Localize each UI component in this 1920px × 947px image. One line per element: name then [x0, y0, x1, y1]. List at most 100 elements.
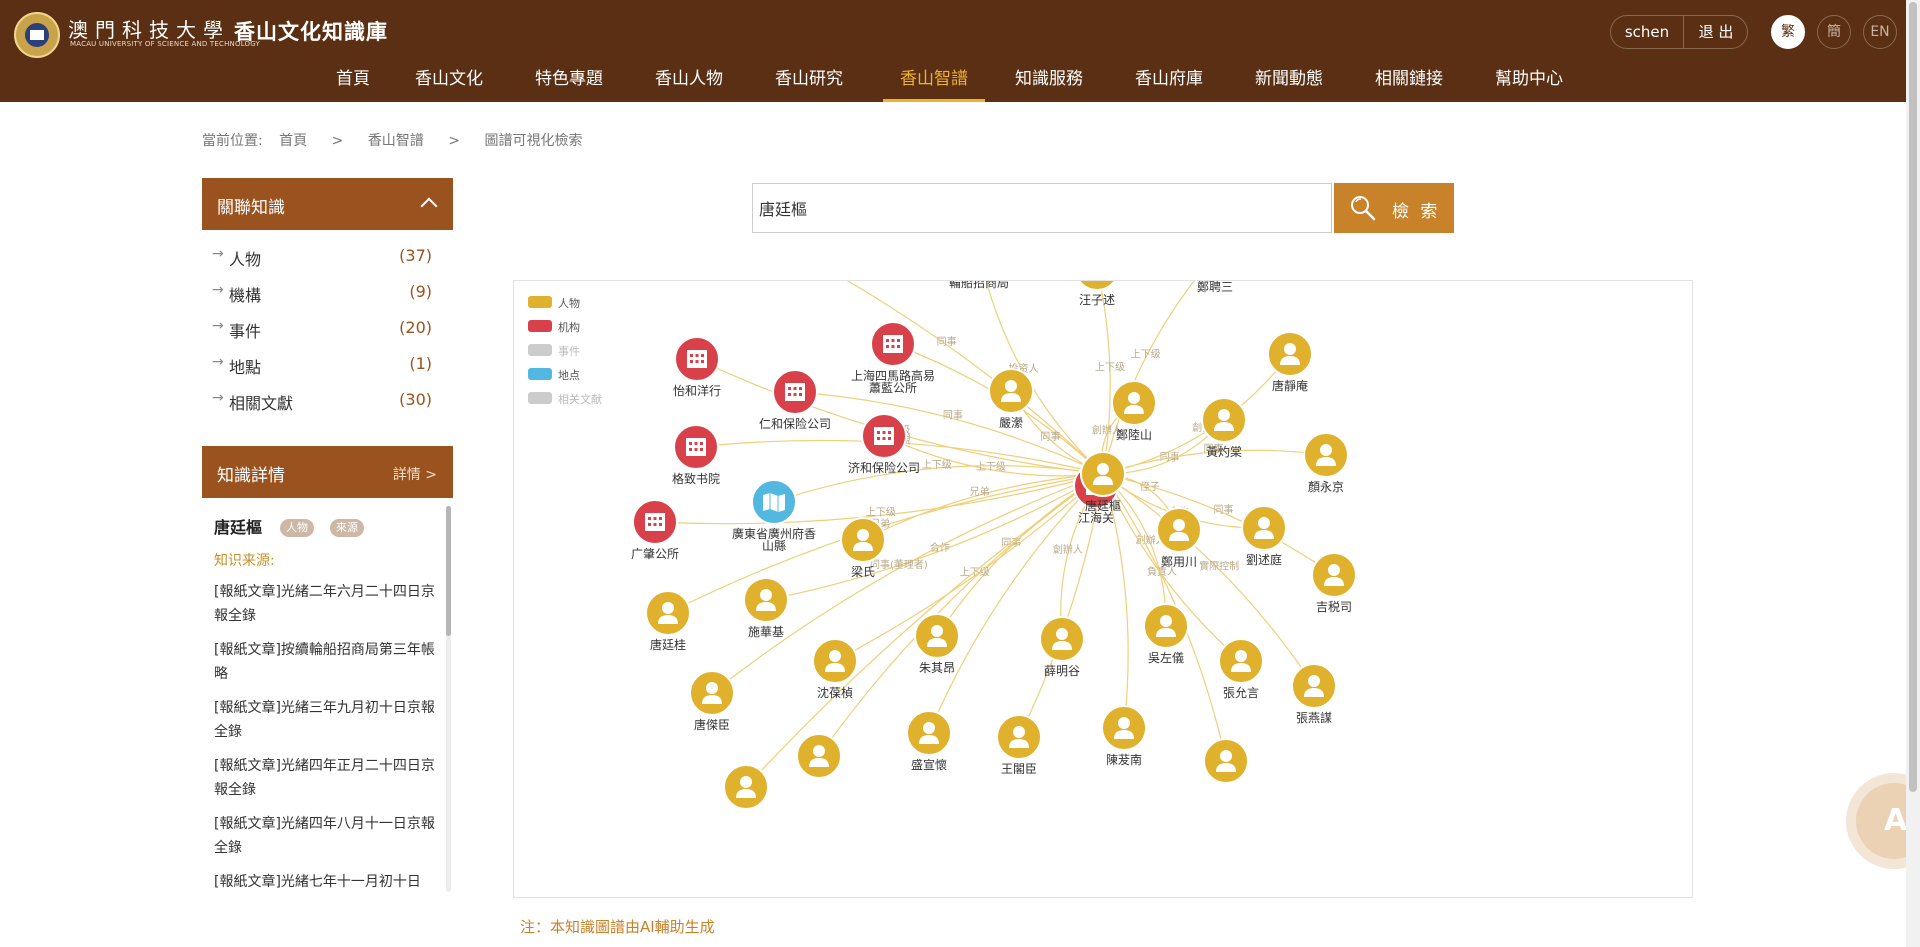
node-label: 吳左儀 [1148, 650, 1184, 665]
graph-node-person[interactable] [796, 733, 842, 779]
graph-node-place[interactable]: 廣東省廣州府香山縣 [732, 479, 816, 553]
search-button[interactable]: 檢 索 [1334, 183, 1454, 233]
related-item-person[interactable]: → 人物 (37) [212, 246, 432, 270]
graph-edge [1102, 281, 1195, 475]
university-logo-icon[interactable] [14, 12, 60, 58]
graph-node-person[interactable]: 薛明谷 [1039, 616, 1085, 678]
arrow-right-icon: → [212, 282, 224, 298]
site-title[interactable]: 香山文化知識庫 [234, 16, 388, 46]
page-scrollbar[interactable] [1906, 0, 1920, 947]
chevron-up-icon[interactable] [420, 197, 438, 215]
graph-node-person[interactable]: 王閣臣 [996, 714, 1042, 776]
lang-english-button[interactable]: EN [1863, 15, 1897, 49]
graph-node-person[interactable]: 鄭聘三 [1193, 281, 1237, 294]
graph-node-org[interactable]: 格致书院 [672, 424, 720, 486]
node-circle[interactable] [1075, 281, 1119, 291]
detail-scrollbar[interactable] [446, 506, 451, 892]
graph-node-org[interactable]: 怡和洋行 [673, 336, 721, 398]
related-item-literature[interactable]: → 相關文獻 (30) [212, 390, 432, 414]
related-item-place[interactable]: → 地點 (1) [212, 354, 432, 378]
detail-scroll-thumb[interactable] [446, 506, 451, 636]
graph-node-org[interactable]: 輪船招商局 [949, 281, 1009, 290]
nav-archive[interactable]: 香山府庫 [1135, 64, 1203, 102]
graph-node-person[interactable]: 劉述庭 [1241, 505, 1287, 567]
graph-node-person[interactable]: 鄭用川 [1156, 507, 1202, 569]
graph-node-person[interactable]: 汪子述 [1075, 281, 1119, 307]
nav-home[interactable]: 首頁 [336, 64, 370, 102]
graph-edge [1102, 473, 1315, 687]
graph-node-person[interactable]: 施華基 [743, 577, 789, 639]
related-item-label: 事件 [229, 322, 262, 341]
source-item[interactable]: [報紙文章]光緒二年六月二十四日京報全錄 [214, 580, 438, 628]
graph-node-person[interactable]: 黃灼棠 [1201, 397, 1247, 459]
graph-node-person[interactable]: 張燕謀 [1291, 663, 1337, 725]
graph-node-person[interactable]: 唐靜庵 [1267, 331, 1313, 393]
nav-culture[interactable]: 香山文化 [415, 64, 483, 102]
node-label: 沈葆楨 [817, 685, 853, 700]
nav-help[interactable]: 幫助中心 [1495, 64, 1563, 102]
source-item[interactable]: [報紙文章]光緒七年十一月初十日 [214, 870, 438, 892]
graph-node-person[interactable] [723, 764, 769, 810]
graph-node-org[interactable]: 上海四馬路高易蕭藍公所 [851, 321, 935, 395]
source-item[interactable]: [報紙文章]按續輪船招商局第三年帳略 [214, 638, 438, 686]
node-label: 怡和洋行 [673, 383, 721, 398]
lang-traditional-button[interactable]: 繁 [1771, 15, 1805, 49]
breadcrumb-label: 當前位置: [202, 133, 263, 149]
graph-node-org[interactable]: 仁和保险公司 [759, 369, 831, 431]
node-label: 施華基 [748, 625, 784, 639]
lang-simplified-button[interactable]: 簡 [1817, 15, 1851, 49]
graph-node-person[interactable]: 陳茇南 [1101, 705, 1147, 767]
edge-label: 實際控制 [1199, 559, 1239, 572]
graph-node-org[interactable]: 广肇公所 [631, 499, 679, 561]
nav-news[interactable]: 新聞動態 [1255, 64, 1323, 102]
detail-more-link[interactable]: 詳情 > [393, 464, 437, 484]
graph-svg[interactable]: 同事投资人上下级上下级上下级上下级同事同事創辦人創辦人同事上下级母親同事合作上下… [514, 281, 1692, 897]
breadcrumb-home-link[interactable]: 首頁 [279, 130, 307, 150]
related-item-label: 機構 [229, 286, 262, 305]
graph-node-person[interactable]: 唐廷樞 [1080, 451, 1126, 513]
source-item[interactable]: [報紙文章]光緒三年九月初十日京報全錄 [214, 696, 438, 744]
node-label: 唐靜庵 [1272, 378, 1308, 393]
breadcrumb-graph-link[interactable]: 香山智譜 [368, 130, 424, 150]
graph-node-person[interactable]: 唐廷桂 [645, 590, 691, 652]
building-icon [645, 513, 665, 531]
related-item-org[interactable]: → 機構 (9) [212, 282, 432, 306]
graph-node-person[interactable]: 吳左儀 [1143, 603, 1189, 665]
page-scroll-thumb[interactable] [1909, 2, 1917, 792]
source-item[interactable]: [報紙文章]光緒四年正月二十四日京報全錄 [214, 754, 438, 802]
nav-topics[interactable]: 特色專題 [535, 64, 603, 102]
graph-node-person[interactable]: 鄭陸山 [1111, 380, 1157, 442]
nav-knowledge-graph-label: 香山智譜 [900, 69, 968, 89]
detail-body: 唐廷樞 人物 來源 知识来源: [報紙文章]光緒二年六月二十四日京報全錄 [報紙… [202, 498, 453, 892]
graph-node-person[interactable]: 顏永京 [1303, 432, 1349, 494]
knowledge-graph-canvas[interactable]: 人物 机构 事件 地点 相关文献 同事投资人上下级上下级上下级上下级同事同事創辦… [513, 280, 1693, 898]
nav-knowledge-graph[interactable]: 香山智譜 [883, 64, 985, 102]
graph-node-person[interactable]: 盛宣懷 [906, 710, 952, 772]
search-input[interactable] [752, 183, 1332, 233]
nav-people[interactable]: 香山人物 [655, 64, 723, 102]
related-item-event[interactable]: → 事件 (20) [212, 318, 432, 342]
node-label: 張燕謀 [1296, 711, 1332, 725]
graph-node-person[interactable]: 張允言 [1218, 638, 1264, 700]
nav-services[interactable]: 知識服務 [1015, 64, 1083, 102]
nav-links[interactable]: 相關鏈接 [1375, 64, 1443, 102]
source-item[interactable]: [報紙文章]光緒四年八月十一日京報全錄 [214, 812, 438, 860]
breadcrumb-separator: > [331, 133, 344, 149]
node-label: 汪子述 [1079, 293, 1115, 307]
related-panel-header[interactable]: 關聯知識 [202, 178, 453, 230]
logout-button[interactable]: 退 出 [1684, 16, 1748, 48]
graph-node-person[interactable]: 嚴瀠 [988, 368, 1034, 430]
active-tab-indicator [883, 99, 985, 102]
breadcrumb: 當前位置: 首頁 > 香山智譜 > 圖譜可視化檢索 [202, 130, 582, 150]
nav-research[interactable]: 香山研究 [775, 64, 843, 102]
graph-node-person[interactable]: 唐傑臣 [689, 670, 735, 732]
related-item-count: (9) [409, 282, 432, 301]
node-label: 唐廷樞 [1085, 498, 1121, 513]
graph-node-person[interactable]: 朱其昂 [914, 613, 960, 675]
graph-node-person[interactable]: 吉税司 [1311, 552, 1357, 614]
username-link[interactable]: schen [1611, 16, 1683, 48]
graph-node-person[interactable]: 沈葆楨 [812, 638, 858, 700]
related-item-label: 地點 [229, 358, 262, 377]
graph-node-person[interactable] [1203, 738, 1249, 784]
node-label: 顏永京 [1308, 479, 1344, 494]
